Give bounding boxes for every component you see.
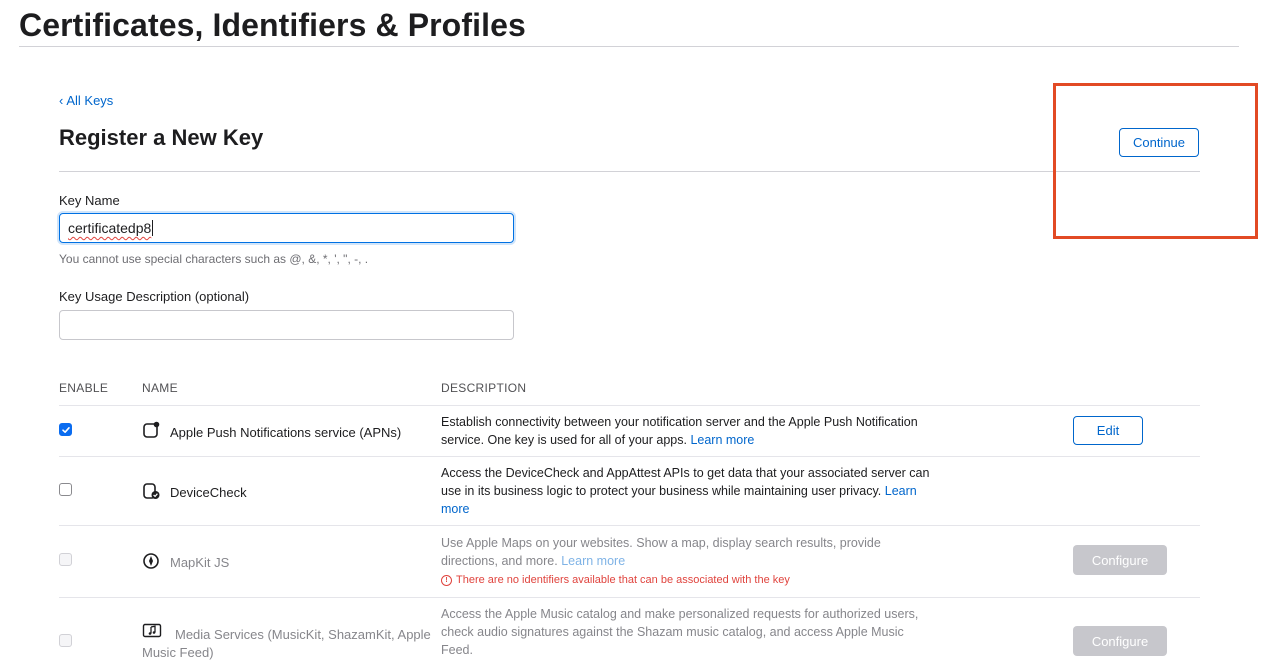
mapkit-icon: [142, 552, 160, 575]
back-to-all-keys-link[interactable]: ‹ All Keys: [59, 93, 113, 108]
service-description-media-services: Access the Apple Music catalog and make …: [441, 605, 936, 659]
text-caret: [152, 220, 154, 236]
chevron-left-icon: ‹: [59, 93, 64, 108]
service-description-mapkit: Use Apple Maps on your websites. Show a …: [441, 534, 936, 570]
column-header-name: NAME: [142, 381, 178, 395]
key-name-value: certificatedp8: [68, 220, 152, 236]
service-description-devicecheck: Access the DeviceCheck and AppAttest API…: [441, 464, 936, 518]
service-name-devicecheck: DeviceCheck: [170, 485, 247, 500]
service-name-media-services: Media Services (MusicKit, ShazamKit, App…: [142, 627, 431, 660]
key-name-input[interactable]: certificatedp8: [59, 213, 514, 243]
checkbox: [59, 634, 72, 647]
column-header-description: DESCRIPTION: [441, 381, 527, 395]
apns-enable-checkbox[interactable]: [59, 423, 72, 436]
learn-more-link[interactable]: Learn more: [561, 554, 625, 568]
section-title: Register a New Key: [59, 125, 264, 150]
checkbox[interactable]: [59, 423, 72, 436]
row-divider: [59, 456, 1200, 457]
service-description-apns: Establish connectivity between your noti…: [441, 413, 936, 449]
description-text: Establish connectivity between your noti…: [441, 415, 918, 447]
page-title: Certificates, Identifiers & Profiles: [19, 7, 526, 43]
back-link-label: All Keys: [66, 93, 114, 108]
warning-text: There are no identifiers available that …: [456, 574, 790, 586]
section-divider: [59, 171, 1200, 172]
service-name-apns: Apple Push Notifications service (APNs): [170, 425, 402, 440]
key-name-hint: You cannot use special characters such a…: [59, 252, 369, 266]
row-divider: [59, 405, 1200, 406]
row-divider: [59, 525, 1200, 526]
row-divider: [59, 597, 1200, 598]
mapkit-warning: ! There are no identifiers available that…: [441, 574, 790, 586]
column-header-enable: ENABLE: [59, 381, 109, 395]
usage-description-label: Key Usage Description (optional): [59, 289, 250, 304]
description-text: Use Apple Maps on your websites. Show a …: [441, 536, 881, 568]
checkbox[interactable]: [59, 483, 72, 496]
configure-button-media-services: Configure: [1073, 626, 1167, 656]
description-text: Access the Apple Music catalog and make …: [441, 607, 919, 657]
warning-icon: !: [441, 574, 452, 586]
service-name-mapkit: MapKit JS: [170, 555, 230, 570]
checkbox: [59, 553, 72, 566]
description-text: Access the DeviceCheck and AppAttest API…: [441, 466, 930, 498]
learn-more-link[interactable]: Learn more: [690, 433, 754, 447]
title-divider: [19, 46, 1239, 47]
key-name-label: Key Name: [59, 193, 120, 208]
highlight-annotation-box: [1053, 83, 1258, 239]
devicecheck-enable-checkbox[interactable]: [59, 483, 72, 496]
push-notification-icon: [142, 421, 160, 444]
usage-description-input[interactable]: [59, 310, 514, 340]
checkmark-icon: [61, 426, 70, 433]
media-services-enable-checkbox: [59, 634, 72, 647]
mapkit-enable-checkbox: [59, 553, 72, 566]
edit-button[interactable]: Edit: [1073, 416, 1143, 445]
configure-button-mapkit: Configure: [1073, 545, 1167, 575]
device-check-icon: [142, 482, 160, 505]
